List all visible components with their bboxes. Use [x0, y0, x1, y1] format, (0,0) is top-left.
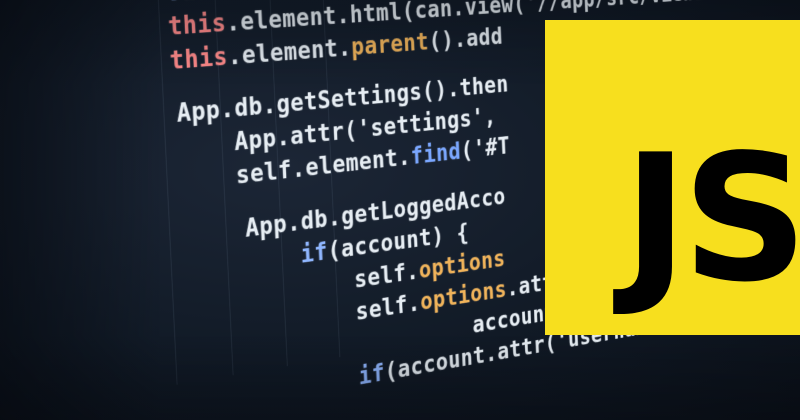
code-token: .element.	[227, 33, 352, 72]
photo-scene: var self = this; this.element.html(can.v…	[0, 0, 800, 420]
code-token: var	[166, 0, 226, 7]
javascript-logo: JS	[545, 20, 800, 335]
code-token: find	[410, 137, 462, 171]
logo-text: JS	[623, 118, 800, 321]
code-token: ().add	[428, 22, 504, 56]
code-token: this	[169, 42, 229, 76]
code-token: ('#T	[460, 132, 511, 165]
code-token: self.	[355, 288, 422, 327]
code-token: if	[358, 358, 386, 391]
code-token: this	[167, 8, 227, 42]
code-token: if	[300, 237, 329, 270]
code-token: self.	[353, 257, 420, 295]
code-token: parent	[350, 28, 430, 62]
